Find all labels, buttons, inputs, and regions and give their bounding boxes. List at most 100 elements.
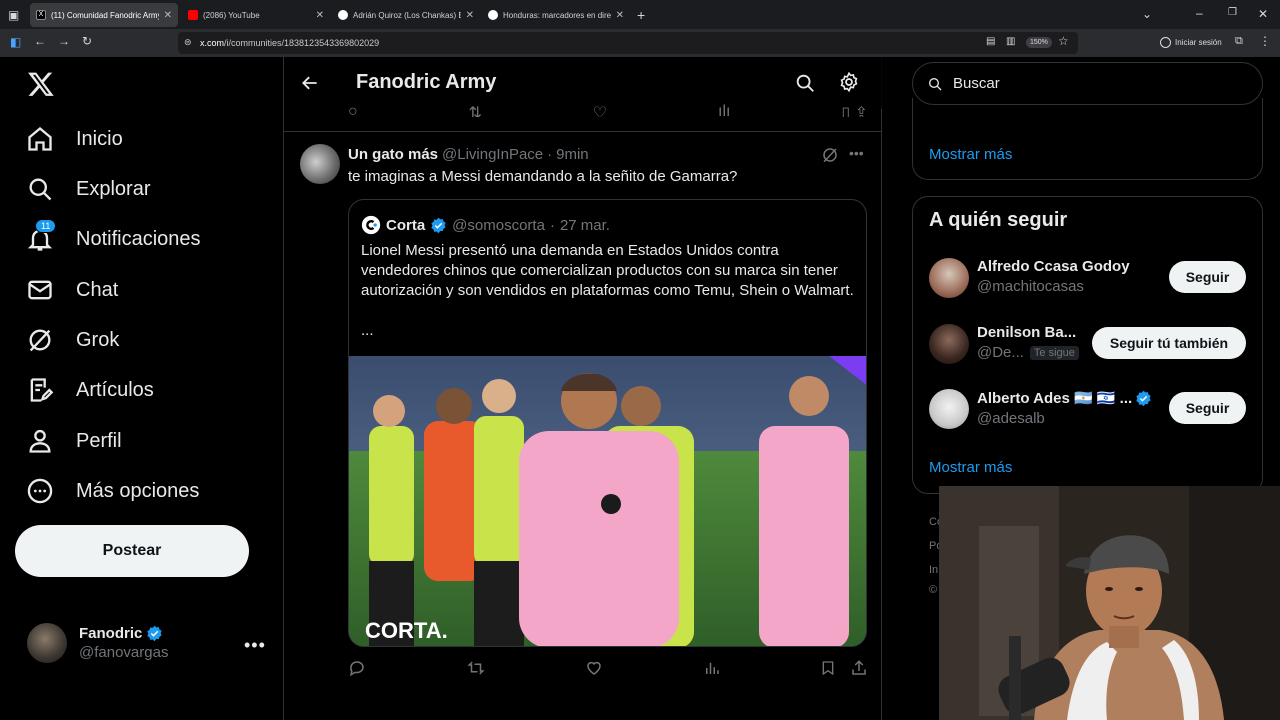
browser-tab[interactable]: Adrián Quiroz (Los Chankas) Est ✕ (332, 3, 480, 27)
quoted-media-image[interactable]: CORTA. (349, 356, 866, 646)
settings-gear-icon[interactable] (838, 71, 860, 93)
x-logo-icon[interactable] (27, 70, 55, 98)
share-icon[interactable] (850, 659, 868, 677)
show-more-link[interactable]: Mostrar más (929, 146, 1012, 163)
tab-close-icon[interactable]: ✕ (164, 10, 172, 21)
follow-button[interactable]: Seguir (1169, 392, 1246, 424)
browser-toolbar: ◧ ← → ↻ ⊜ x.com/i/communities/1838123543… (0, 29, 1280, 57)
follow-suggestion[interactable]: Alfredo Ccasa Godoy @machitocasas Seguir (929, 255, 1247, 303)
youtube-favicon-icon (188, 10, 198, 20)
nav-item-articles[interactable]: Artículos (26, 376, 154, 404)
nav-item-notifications[interactable]: 11 Notificaciones (26, 219, 201, 253)
tab-title: Honduras: marcadores en direc (503, 10, 611, 20)
nav-label: Notificaciones (76, 227, 201, 250)
verified-badge-icon (147, 625, 162, 642)
tab-close-icon[interactable]: ✕ (316, 10, 324, 21)
who-to-follow-card: A quién seguir Alfredo Ccasa Godoy @mach… (912, 196, 1263, 494)
nav-item-profile[interactable]: Perfil (26, 427, 122, 455)
avatar (929, 389, 969, 429)
main-timeline: Fanodric Army ○ ⇅ ♡ ılı ▯ ⇪ Un gato más … (283, 57, 882, 720)
extensions-icon[interactable]: ⧉ (1235, 35, 1243, 48)
grok-icon[interactable] (821, 146, 839, 164)
forward-icon[interactable]: → (58, 34, 70, 48)
account-name: Fanodric (79, 625, 143, 642)
browser-tab-active[interactable]: X (11) Comunidad Fanodric Army ✕ (30, 3, 178, 27)
retweet-icon[interactable] (466, 659, 486, 677)
url-bar[interactable]: ⊜ x.com/i/communities/183812354336980202… (178, 32, 1078, 54)
browser-tab[interactable]: (2086) YouTube ✕ (182, 3, 330, 27)
browser-tab[interactable]: Honduras: marcadores en direc ✕ (482, 3, 630, 27)
reader-mode-icon[interactable]: ▤ (986, 36, 995, 47)
avatar (27, 623, 67, 663)
browser-menu-icon[interactable]: ⋮ (1259, 34, 1271, 48)
search-icon (29, 178, 52, 201)
suggestion-name-row: Alberto Ades 🇦🇷 🇮🇱 ... (977, 389, 1152, 407)
follow-suggestion[interactable]: Alberto Ades 🇦🇷 🇮🇱 ... @adesalb Seguir (929, 386, 1247, 434)
like-icon[interactable] (585, 659, 603, 677)
tweet-author-name[interactable]: Un gato más (348, 146, 438, 163)
views-icon[interactable] (703, 659, 721, 677)
footer-link[interactable]: In (929, 564, 938, 576)
nav-item-explore[interactable]: Explorar (26, 175, 150, 203)
window-close-icon[interactable]: ✕ (1258, 7, 1268, 21)
tweet-more-icon[interactable]: ••• (849, 145, 864, 161)
browser-tab-bar: ▣ X (11) Comunidad Fanodric Army ✕ (2086… (0, 0, 1280, 29)
nav-item-grok[interactable]: Grok (26, 326, 119, 354)
search-input[interactable]: Buscar (953, 75, 1000, 92)
tab-close-icon[interactable]: ✕ (466, 10, 474, 21)
account-handle: @fanovargas (79, 644, 169, 661)
nav-label: Artículos (76, 378, 154, 401)
account-switcher[interactable]: Fanodric @fanovargas (27, 623, 168, 663)
like-icon[interactable]: ♡ (593, 103, 607, 117)
retweet-icon[interactable]: ⇅ (469, 103, 482, 117)
nav-label: Inicio (76, 127, 123, 150)
search-icon[interactable] (794, 72, 816, 94)
restore-icon[interactable]: ❐ (1228, 7, 1237, 18)
tweet-author-avatar[interactable] (300, 144, 340, 184)
minimize-icon[interactable]: – (1196, 6, 1203, 20)
tab-list-chevron-icon[interactable]: ⌄ (1142, 7, 1152, 21)
follow-button[interactable]: Seguir (1169, 261, 1246, 293)
suggestion-name: Alfredo Ccasa Godoy (977, 258, 1130, 275)
show-more-link[interactable]: Mostrar más (929, 459, 1012, 476)
quoted-tweet[interactable]: Corta @somoscorta · 27 mar. Lionel Messi… (348, 199, 867, 647)
reload-icon[interactable]: ↻ (82, 34, 92, 48)
nav-label: Grok (76, 328, 120, 351)
nav-item-home[interactable]: Inicio (26, 125, 123, 153)
back-icon[interactable]: ← (34, 34, 46, 48)
nav-item-chat[interactable]: Chat (26, 276, 118, 304)
tab-close-icon[interactable]: ✕ (616, 10, 624, 21)
views-icon[interactable]: ılı (718, 103, 730, 117)
reply-icon[interactable] (348, 659, 366, 677)
follow-suggestion[interactable]: Denilson Ba... @De... Te sigue Seguir tú… (929, 321, 1247, 369)
corta-favicon-icon (338, 10, 348, 20)
nav-item-more[interactable]: Más opciones (26, 477, 199, 505)
tweet-time[interactable]: 9min (556, 146, 589, 163)
bookmark-icon[interactable] (820, 659, 836, 677)
url-path: /i/communities/1838123543369802029 (224, 38, 380, 48)
post-button[interactable]: Postear (15, 525, 249, 577)
verified-badge-icon (1136, 390, 1151, 406)
reply-icon[interactable]: ○ (348, 103, 358, 117)
immersive-reader-icon[interactable]: ▥ (1006, 36, 1015, 47)
follow-back-button[interactable]: Seguir tú también (1092, 327, 1246, 359)
quoted-text: Lionel Messi presentó una demanda en Est… (361, 242, 854, 299)
back-arrow-icon[interactable] (300, 73, 320, 93)
home-icon (28, 126, 52, 151)
community-header: Fanodric Army (284, 57, 882, 109)
zoom-level[interactable]: 150% (1026, 37, 1052, 48)
suggestion-handle: @De... (977, 344, 1024, 361)
tab-overview-icon[interactable]: ▣ (8, 8, 19, 22)
person-icon (29, 429, 51, 453)
tweet-author-handle[interactable]: @LivingInPace (442, 146, 543, 163)
bookmark-icon[interactable]: ▯ ⇪ (841, 103, 868, 117)
new-tab-icon[interactable]: + (637, 7, 645, 23)
site-info-icon[interactable]: ⊜ (184, 37, 192, 48)
favorite-star-icon[interactable]: ☆ (1058, 34, 1069, 48)
suggestion-handle: @machitocasas (977, 278, 1084, 295)
avatar (929, 258, 969, 298)
signin-button[interactable]: Iniciar sesión (1160, 37, 1222, 48)
sidebar-toggle-icon[interactable]: ◧ (10, 35, 21, 49)
account-more-icon[interactable]: ••• (244, 635, 266, 656)
article-icon (30, 378, 54, 402)
